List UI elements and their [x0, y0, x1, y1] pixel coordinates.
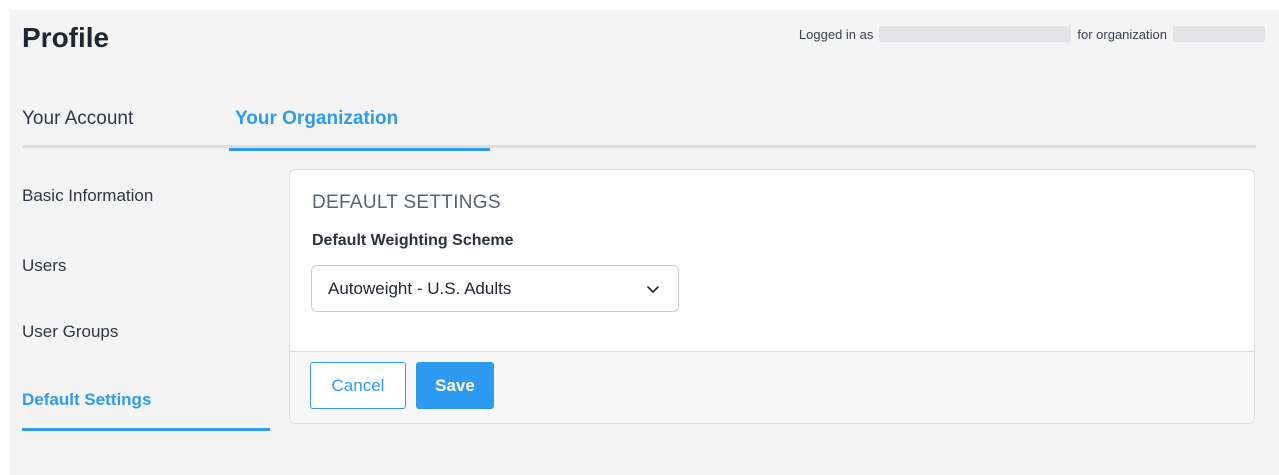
default-settings-card: DEFAULT SETTINGS Default Weighting Schem… — [289, 169, 1255, 424]
organization-label: for organization — [1077, 26, 1167, 42]
page-title: Profile — [22, 22, 110, 53]
profile-page: Profile Logged in as for organization Yo… — [10, 10, 1279, 475]
weighting-scheme-label: Default Weighting Scheme — [312, 232, 514, 249]
card-footer: Cancel Save — [290, 351, 1254, 423]
tab-your-account[interactable]: Your Account — [22, 104, 228, 148]
card-heading: DEFAULT SETTINGS — [312, 192, 501, 213]
sidebar-item-default-settings[interactable]: Default Settings — [22, 390, 270, 431]
redacted-username — [879, 26, 1072, 42]
redacted-organization — [1173, 26, 1265, 42]
logged-in-label: Logged in as — [798, 26, 874, 42]
cancel-button[interactable]: Cancel — [310, 362, 406, 409]
login-info: Logged in as for organization — [799, 26, 1265, 42]
save-button[interactable]: Save — [416, 362, 494, 409]
sidebar-item-user-groups[interactable]: User Groups — [22, 322, 270, 362]
weighting-scheme-value: Autoweight - U.S. Adults — [328, 278, 512, 298]
tab-your-organization[interactable]: Your Organization — [229, 104, 490, 151]
profile-tabs: Your Account Your Organization — [22, 104, 1256, 151]
weighting-scheme-select[interactable]: Autoweight - U.S. Adults — [311, 265, 679, 312]
chevron-down-icon — [647, 285, 659, 293]
sidebar-item-basic-information[interactable]: Basic Information — [22, 186, 270, 226]
sidebar-item-users[interactable]: Users — [22, 256, 270, 296]
